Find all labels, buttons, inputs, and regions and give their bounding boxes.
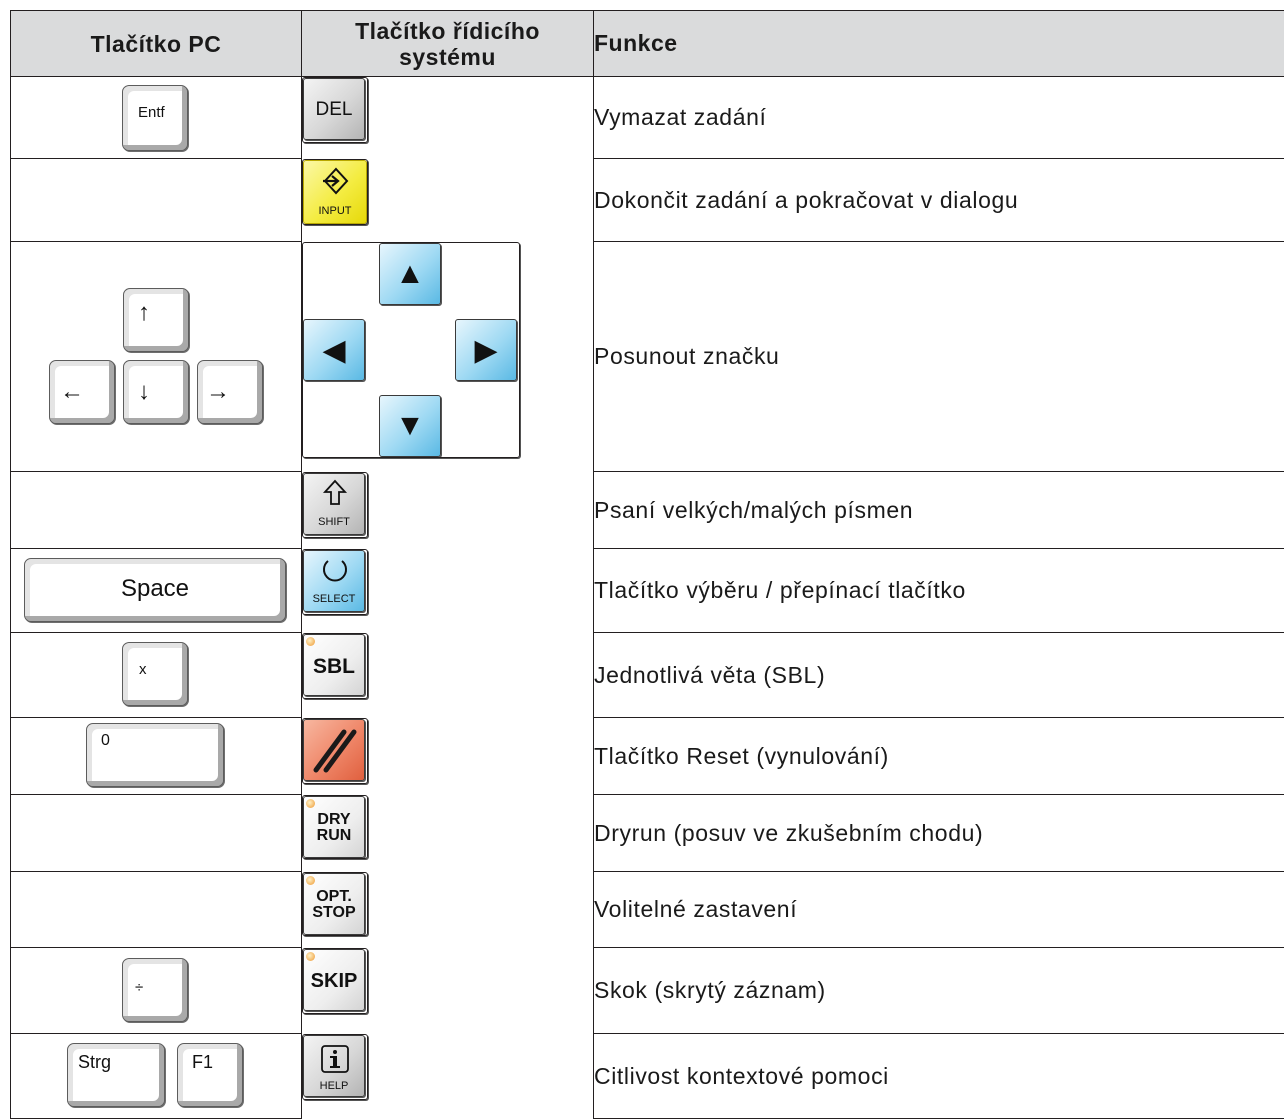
- function-cell: Skok (skrytý záznam): [594, 948, 1284, 1034]
- control-key-arrow-left: ◀: [303, 319, 365, 381]
- indicator-lamp-icon: [306, 799, 315, 808]
- control-key-cell: ▲ ◀ ▶ ▼: [302, 242, 520, 458]
- info-i-icon: [304, 1040, 365, 1080]
- table-row: 0 Tlačítko Reset (vynulování): [11, 718, 1284, 795]
- indicator-lamp-icon: [306, 952, 315, 961]
- function-cell: Vymazat zadání: [594, 77, 1284, 159]
- indicator-lamp-icon: [306, 637, 315, 646]
- control-key-cell: SKIP: [302, 948, 368, 1014]
- table-row: ↑ ← ↓ → ▲: [11, 242, 1284, 472]
- control-key-cell: DRY RUN: [302, 795, 368, 859]
- control-key-dry-run: DRY RUN: [303, 796, 365, 858]
- indicator-lamp-icon: [306, 876, 315, 885]
- table-row: ÷ SKIP Skok (skrytý záznam): [11, 948, 1284, 1034]
- control-key-select: SELECT: [303, 550, 365, 612]
- shift-arrow-icon: [304, 478, 365, 514]
- control-key-arrow-up: ▲: [379, 243, 441, 305]
- pc-key-divide: ÷: [122, 958, 188, 1022]
- table-row: DRY RUN Dryrun (posuv ve zkušebním chodu…: [11, 795, 1284, 872]
- pc-key-arrow-left: ←: [49, 360, 115, 424]
- control-key-cell: OPT. STOP: [302, 872, 368, 936]
- table-row: Strg F1: [11, 1034, 1284, 1119]
- pc-key-strg: Strg: [67, 1043, 165, 1107]
- pc-key-cell: Space: [11, 549, 302, 633]
- function-cell: Citlivost kontextové pomoci: [594, 1034, 1284, 1119]
- control-key-cell: INPUT: [302, 159, 368, 225]
- function-cell: Volitelné zastavení: [594, 872, 1284, 948]
- pc-key-space: Space: [24, 558, 286, 622]
- function-cell: Posunout značku: [594, 242, 1284, 472]
- control-key-cell: HELP: [302, 1034, 368, 1100]
- pc-key-cell: [11, 795, 302, 872]
- control-key-skip: SKIP: [303, 949, 365, 1011]
- pc-key-arrow-down: ↓: [123, 360, 189, 424]
- function-cell: Tlačítko Reset (vynulování): [594, 718, 1284, 795]
- function-cell: Tlačítko výběru / přepínací tlačítko: [594, 549, 1284, 633]
- pc-key-cell: [11, 472, 302, 549]
- table-row: OPT. STOP Volitelné zastavení: [11, 872, 1284, 948]
- function-cell: Psaní velkých/malých písmen: [594, 472, 1284, 549]
- table-row: INPUT Dokončit zadání a pokračovat v dia…: [11, 159, 1284, 242]
- pc-key-cell: 0: [11, 718, 302, 795]
- pc-key-cell: x: [11, 633, 302, 718]
- control-key-cell: SELECT: [302, 549, 368, 615]
- key-mapping-table: Tlačítko PC Tlačítko řídicího systému Fu…: [10, 10, 1284, 1119]
- control-key-cell: DEL: [302, 77, 368, 143]
- pc-key-cell: Strg F1: [11, 1034, 302, 1119]
- header-function: Funkce: [594, 11, 1284, 77]
- pc-key-cell: Entf: [11, 77, 302, 159]
- reset-slash-icon: [304, 720, 365, 781]
- control-key-cell: SHIFT: [302, 472, 368, 538]
- table-row: Entf DEL Vymazat zadání: [11, 77, 1284, 159]
- table-row: x SBL Jednotlivá věta (SBL): [11, 633, 1284, 718]
- select-circle-icon: [304, 553, 365, 591]
- control-key-arrow-down: ▼: [379, 395, 441, 457]
- header-control-key: Tlačítko řídicího systému: [302, 11, 594, 77]
- pc-key-f1: F1: [177, 1043, 243, 1107]
- control-key-cell: [302, 718, 368, 784]
- pc-key-0: 0: [86, 723, 224, 787]
- pc-key-arrow-right: →: [197, 360, 263, 424]
- table-row: Space SELECT Tlačítko výběru / přepínací…: [11, 549, 1284, 633]
- input-arrow-icon: [304, 165, 367, 205]
- control-key-reset: [303, 719, 365, 781]
- table-row: SHIFT Psaní velkých/malých písmen: [11, 472, 1284, 549]
- pc-key-x: x: [122, 642, 188, 706]
- header-pc-key: Tlačítko PC: [11, 11, 302, 77]
- control-key-arrow-right: ▶: [455, 319, 517, 381]
- pc-key-entf: Entf: [122, 85, 188, 151]
- control-key-input: INPUT: [303, 160, 367, 224]
- control-key-del: DEL: [303, 78, 365, 140]
- header-control-key-line1: Tlačítko řídicího: [302, 18, 593, 44]
- pc-key-cell: ÷: [11, 948, 302, 1034]
- control-key-sbl: SBL: [303, 634, 365, 696]
- header-control-key-line2: systému: [302, 44, 593, 70]
- table-header-row: Tlačítko PC Tlačítko řídicího systému Fu…: [11, 11, 1284, 77]
- pc-key-cell: [11, 872, 302, 948]
- control-key-cell: SBL: [302, 633, 368, 699]
- function-cell: Dokončit zadání a pokračovat v dialogu: [594, 159, 1284, 242]
- control-key-shift: SHIFT: [303, 473, 365, 535]
- function-cell: Dryrun (posuv ve zkušebním chodu): [594, 795, 1284, 872]
- control-key-help: HELP: [303, 1035, 365, 1097]
- pc-key-cell: ↑ ← ↓ →: [11, 242, 302, 472]
- pc-key-cell: [11, 159, 302, 242]
- function-cell: Jednotlivá věta (SBL): [594, 633, 1284, 718]
- pc-key-arrow-up: ↑: [123, 288, 189, 352]
- control-key-opt-stop: OPT. STOP: [303, 873, 365, 935]
